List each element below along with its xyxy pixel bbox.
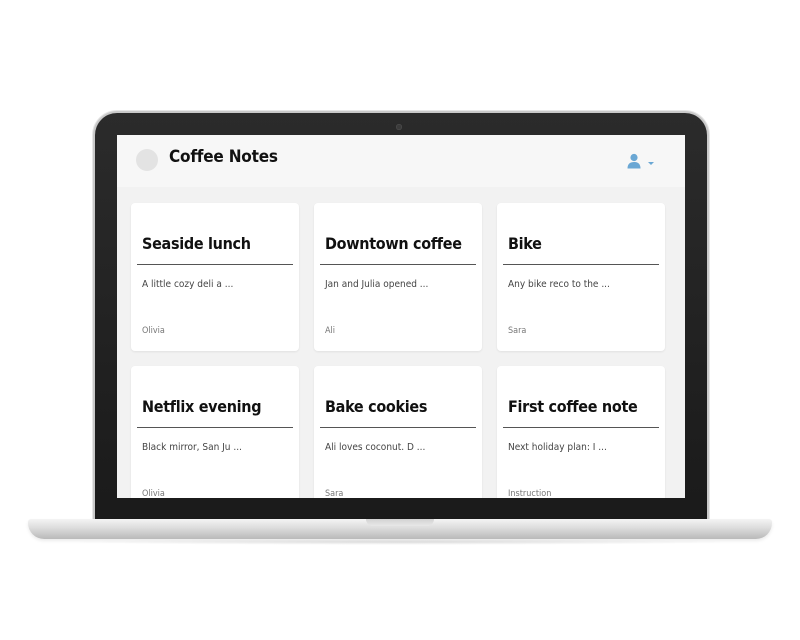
camera-icon (396, 124, 402, 130)
note-excerpt: Jan and Julia opened ... (325, 279, 429, 290)
app-header: Coffee Notes (117, 135, 685, 187)
laptop-bezel (97, 498, 705, 521)
note-author: Olivia (142, 489, 165, 498)
note-title: Bake cookies (325, 397, 428, 416)
note-author: Olivia (142, 326, 165, 336)
app-screen: Coffee Notes Seaside lunch A little cozy… (117, 135, 685, 498)
note-title: Downtown coffee (325, 234, 462, 253)
note-divider (137, 264, 293, 265)
note-excerpt: Next holiday plan: I ... (508, 442, 607, 453)
note-title: First coffee note (508, 397, 638, 416)
note-divider (320, 264, 476, 265)
note-excerpt: Black mirror, San Ju ... (142, 442, 242, 453)
laptop-mockup: Coffee Notes Seaside lunch A little cozy… (0, 0, 800, 640)
app-title: Coffee Notes (169, 147, 278, 167)
note-card[interactable]: Downtown coffee Jan and Julia opened ...… (314, 203, 482, 351)
note-divider (137, 427, 293, 428)
note-title: Bike (508, 234, 542, 253)
note-card[interactable]: Bike Any bike reco to the ... Sara (497, 203, 665, 351)
note-card[interactable]: First coffee note Next holiday plan: I .… (497, 366, 665, 498)
user-menu-button[interactable] (627, 153, 657, 169)
note-divider (320, 427, 476, 428)
note-excerpt: A little cozy deli a ... (142, 279, 234, 290)
note-divider (503, 264, 659, 265)
note-author: Sara (508, 326, 527, 336)
note-divider (503, 427, 659, 428)
note-author: Ali (325, 326, 336, 336)
note-excerpt: Ali loves coconut. D ... (325, 442, 426, 453)
note-card[interactable]: Seaside lunch A little cozy deli a ... O… (131, 203, 299, 351)
logo-icon[interactable] (136, 149, 158, 171)
chevron-down-icon (648, 162, 654, 165)
note-card[interactable]: Bake cookies Ali loves coconut. D ... Sa… (314, 366, 482, 498)
note-author: Sara (325, 489, 344, 498)
laptop-notch (366, 519, 434, 526)
note-author: Instruction (508, 489, 552, 498)
laptop-shadow (60, 539, 740, 545)
note-title: Seaside lunch (142, 234, 251, 253)
user-icon (627, 153, 641, 169)
note-card[interactable]: Netflix evening Black mirror, San Ju ...… (131, 366, 299, 498)
note-title: Netflix evening (142, 397, 262, 416)
note-excerpt: Any bike reco to the ... (508, 279, 610, 290)
